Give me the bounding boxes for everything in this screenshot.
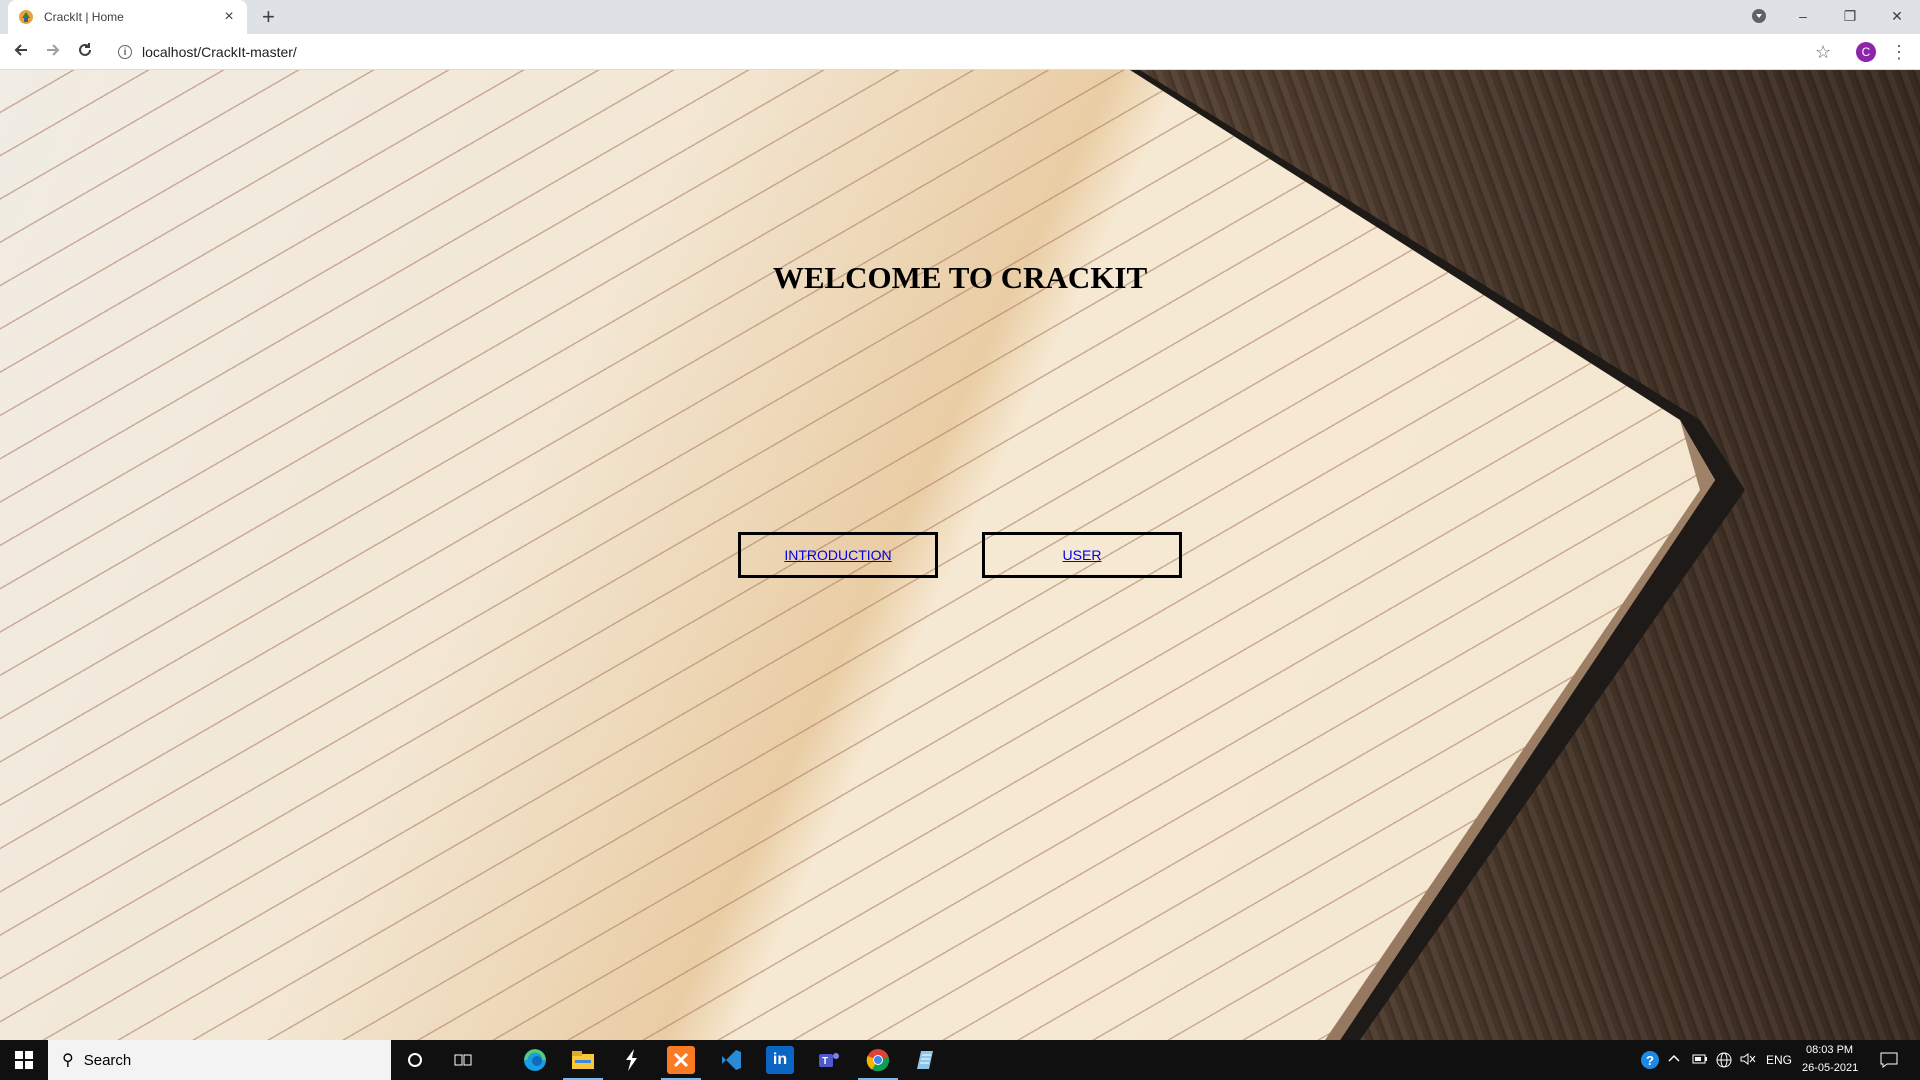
notepad-icon[interactable] — [912, 1046, 940, 1074]
page-viewport: WELCOME TO CRACKIT INTRODUCTION USER — [0, 70, 1920, 1040]
task-view-icon[interactable] — [449, 1046, 477, 1074]
windows-taskbar: ⚲ Search in T ? ENG 08:03 PM 26-05-2021 — [0, 1040, 1920, 1080]
bookmark-star-icon[interactable]: ☆ — [1815, 41, 1831, 63]
sublime-text-icon[interactable] — [617, 1046, 645, 1074]
edge-icon[interactable] — [521, 1046, 549, 1074]
language-indicator[interactable]: ENG — [1766, 1053, 1792, 1067]
tab-title: CrackIt | Home — [44, 10, 124, 24]
forward-icon[interactable] — [42, 41, 64, 63]
introduction-box: INTRODUCTION — [738, 532, 938, 578]
clock-time[interactable]: 08:03 PM — [1806, 1044, 1853, 1056]
new-tab-button[interactable]: + — [262, 6, 275, 28]
browser-tab-strip: CrackIt | Home × + – ❐ ✕ — [0, 0, 1920, 34]
vscode-icon[interactable] — [717, 1046, 745, 1074]
teams-icon[interactable]: T — [815, 1046, 843, 1074]
close-window-button[interactable]: ✕ — [1874, 4, 1920, 28]
address-bar[interactable]: i localhost/CrackIt-master/ — [110, 38, 1850, 66]
file-explorer-icon[interactable] — [569, 1046, 597, 1074]
page-title: WELCOME TO CRACKIT — [772, 260, 1148, 295]
tab-close-icon[interactable]: × — [221, 9, 237, 25]
url-text: localhost/CrackIt-master/ — [142, 44, 297, 60]
help-icon[interactable]: ? — [1640, 1050, 1660, 1073]
battery-icon[interactable] — [1692, 1052, 1708, 1068]
crackit-favicon-icon — [19, 10, 33, 24]
separator-link[interactable] — [957, 547, 963, 561]
network-globe-icon[interactable] — [1716, 1052, 1732, 1071]
reload-icon[interactable] — [74, 41, 96, 63]
back-icon[interactable] — [10, 41, 32, 63]
svg-text:T: T — [822, 1056, 828, 1067]
show-hidden-icons-icon[interactable] — [1668, 1052, 1680, 1068]
kebab-menu-icon[interactable]: ⋮ — [1890, 41, 1908, 63]
user-link[interactable]: USER — [1063, 547, 1102, 563]
start-button[interactable] — [0, 1040, 48, 1080]
restore-button[interactable]: ❐ — [1827, 4, 1873, 28]
tab-search-icon[interactable] — [1752, 9, 1766, 23]
user-box: USER — [982, 532, 1182, 578]
info-icon[interactable]: i — [118, 45, 132, 59]
svg-text:?: ? — [1646, 1053, 1654, 1068]
browser-tab[interactable]: CrackIt | Home × — [8, 0, 247, 34]
profile-avatar[interactable]: C — [1856, 42, 1876, 62]
search-placeholder: Search — [83, 1051, 132, 1069]
volume-muted-icon[interactable] — [1740, 1052, 1756, 1069]
xampp-icon[interactable] — [667, 1046, 695, 1074]
clock-date[interactable]: 26-05-2021 — [1802, 1062, 1858, 1074]
notifications-icon[interactable] — [1880, 1052, 1898, 1071]
linkedin-icon[interactable]: in — [766, 1046, 794, 1074]
cortana-icon[interactable] — [401, 1046, 429, 1074]
browser-toolbar: i localhost/CrackIt-master/ ☆ C ⋮ — [0, 34, 1920, 70]
minimize-button[interactable]: – — [1780, 4, 1826, 28]
search-icon: ⚲ — [62, 1052, 74, 1069]
windows-logo-icon — [15, 1051, 33, 1069]
taskbar-search-box[interactable]: ⚲ Search — [48, 1040, 391, 1080]
chrome-icon[interactable] — [864, 1046, 892, 1074]
introduction-link[interactable]: INTRODUCTION — [784, 547, 891, 563]
